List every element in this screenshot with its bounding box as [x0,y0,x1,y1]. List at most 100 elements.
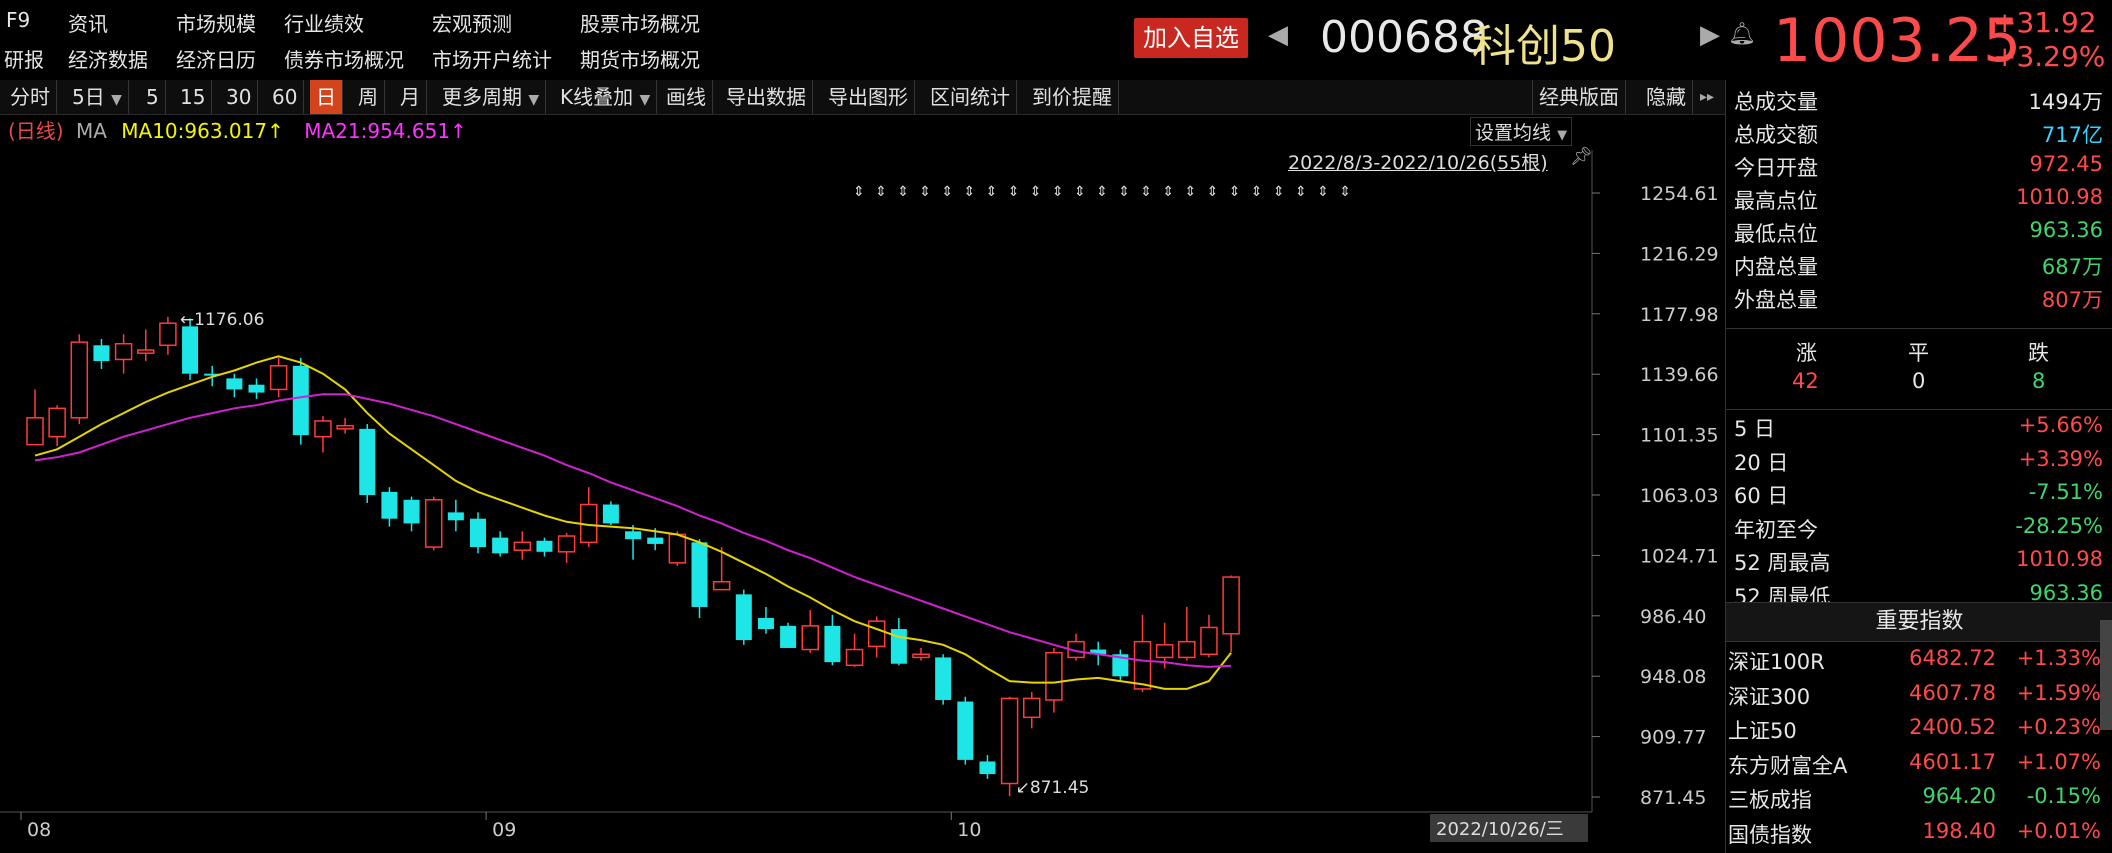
candle[interactable] [1178,606,1196,661]
nav-econ-data[interactable]: 经济数据 [68,44,148,73]
event-marker-icon[interactable]: ⇕ [919,184,931,200]
event-marker-icon[interactable]: ⇕ [986,184,998,200]
candle[interactable] [824,614,841,666]
event-marker-icon[interactable]: ⇕ [964,184,976,200]
candle[interactable] [70,334,89,425]
event-marker-icon[interactable]: ⇕ [941,184,953,200]
candle[interactable] [867,616,886,658]
candle[interactable] [1023,692,1041,729]
nav-f9[interactable]: F9 [6,8,30,32]
candle[interactable] [757,606,774,634]
tab-intraday[interactable]: 分时 [4,80,57,114]
tab-5day[interactable]: 5日 ▼ [66,80,129,114]
event-marker-icon[interactable]: ⇕ [1229,184,1241,200]
candle[interactable] [735,589,752,645]
tab-15min[interactable]: 15 [174,80,213,114]
candle[interactable] [602,501,619,525]
candle[interactable] [580,487,598,548]
event-marker-icon[interactable]: ⇕ [897,184,909,200]
candle[interactable] [557,532,576,563]
candle[interactable] [536,537,553,557]
candle[interactable] [269,357,288,398]
candle[interactable] [1200,614,1218,658]
event-marker-icon[interactable]: ⇕ [1317,184,1329,200]
event-marker-icon[interactable]: ⇕ [1074,184,1086,200]
candle[interactable] [93,338,110,369]
candle[interactable] [1067,633,1085,661]
candle[interactable] [248,378,265,399]
candle[interactable] [712,547,731,591]
candle[interactable] [1133,614,1152,693]
candle[interactable] [801,610,819,653]
event-marker-icon[interactable]: ⇕ [1052,184,1064,200]
kline-overlay-dropdown[interactable]: K线叠加 ▼ [554,80,658,114]
hide-button[interactable]: 隐藏 [1640,80,1693,114]
candle[interactable] [912,647,930,661]
candle[interactable] [359,424,376,503]
nav-macro[interactable]: 宏观预测 [432,8,512,37]
candle[interactable] [292,357,309,445]
candle[interactable] [381,487,398,527]
scrollbar[interactable] [2100,620,2112,730]
index-row[interactable]: 国债指数 198.40 +0.01% [1726,819,2112,853]
nav-futures-overview[interactable]: 期货市场概况 [580,44,700,73]
index-row[interactable]: 三板成指 964.20 -0.15% [1726,784,2112,818]
event-marker-icon[interactable]: ⇕ [1008,184,1020,200]
nav-stock-overview[interactable]: 股票市场概况 [580,8,700,37]
event-marker-icon[interactable]: ⇕ [1207,184,1219,200]
index-row[interactable]: 深证100R 6482.72 +1.33% [1726,646,2112,680]
draw-line-button[interactable]: 画线 [660,80,713,114]
candle[interactable] [957,696,974,765]
event-marker-icon[interactable]: ⇕ [1096,184,1108,200]
classic-layout-button[interactable]: 经典版面 [1532,80,1626,114]
add-to-watchlist-button[interactable]: 加入自选 [1134,18,1248,58]
event-marker-icon[interactable]: ⇕ [1140,184,1152,200]
candle[interactable] [845,633,864,667]
export-chart-button[interactable]: 导出图形 [822,80,915,114]
event-marker-icon[interactable]: ⇕ [1339,184,1351,200]
candle[interactable] [513,531,532,560]
event-marker-icon[interactable]: ⇕ [1251,184,1263,200]
candle[interactable] [979,755,996,779]
event-marker-icon[interactable]: ⇕ [1295,184,1307,200]
candle[interactable] [447,499,464,532]
candle[interactable] [137,329,155,362]
candle[interactable] [470,512,486,554]
bell-icon[interactable]: 🔔︎ [1728,22,1756,47]
nav-econ-calendar[interactable]: 经济日历 [176,44,256,73]
candle[interactable] [625,524,642,560]
nav-bond-overview[interactable]: 债券市场概况 [284,44,404,73]
tab-weekly[interactable]: 周 [352,80,385,114]
event-marker-icon[interactable]: ⇕ [853,184,865,200]
event-marker-icon[interactable]: ⇕ [875,184,887,200]
candle[interactable] [114,334,133,374]
export-data-button[interactable]: 导出数据 [720,80,813,114]
candle[interactable] [26,389,44,446]
index-row[interactable]: 深证300 4607.78 +1.59% [1726,681,2112,715]
candle[interactable] [48,405,66,447]
nav-news[interactable]: 资讯 [68,8,108,37]
nav-market-scale[interactable]: 市场规模 [176,8,256,37]
candle[interactable] [1112,649,1129,682]
nav-account-stats[interactable]: 市场开户统计 [432,44,552,73]
index-row[interactable]: 东方财富全A 4601.17 +1.07% [1726,750,2112,784]
candle[interactable] [691,539,708,619]
candle[interactable] [159,316,177,355]
candle[interactable] [935,654,952,705]
candle[interactable] [780,622,797,648]
candle[interactable] [424,496,443,551]
kline-chart[interactable]: ⇕ ⇕ ⇕ ⇕ ⇕ ⇕ ⇕ ⇕ ⇕ ⇕ ⇕ ⇕ ⇕ ⇕ ⇕ ⇕ ⇕ ⇕ ⇕ ⇕ ⇕ ⇕ ⇕ 1254.61 1216.29 11… [0,115,1725,853]
candle[interactable] [890,618,907,666]
candle[interactable] [1045,647,1063,713]
event-marker-icon[interactable]: ⇕ [1118,184,1130,200]
candle[interactable] [403,496,420,532]
event-marker-icon[interactable]: ⇕ [1030,184,1042,200]
price-alert-button[interactable]: 到价提醒 [1026,80,1119,114]
tab-daily[interactable]: 日 [310,80,343,114]
next-arrow-icon[interactable]: ▶ [1700,20,1720,50]
event-marker-icon[interactable]: ⇕ [1162,184,1174,200]
nav-industry[interactable]: 行业绩效 [284,8,364,37]
candle[interactable] [1222,575,1240,653]
tab-30min[interactable]: 30 [220,80,259,114]
more-periods-dropdown[interactable]: 更多周期 ▼ [436,80,547,114]
